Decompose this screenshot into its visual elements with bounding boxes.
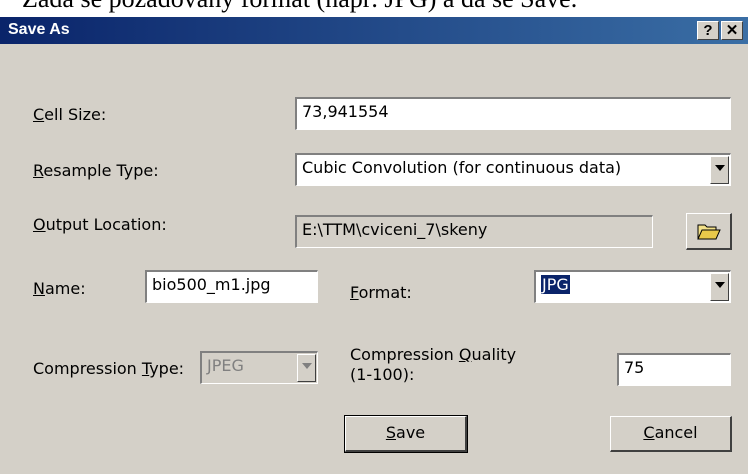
- help-button[interactable]: ?: [697, 21, 719, 40]
- resample-type-label: Resample Type:: [33, 161, 159, 180]
- save-button[interactable]: Save: [344, 415, 468, 453]
- chevron-down-icon: [715, 282, 725, 288]
- browse-folder-button[interactable]: [686, 213, 732, 250]
- save-as-dialog: Save As ? ✕ Cell Size: 73,941554 Resampl…: [0, 17, 748, 474]
- compression-type-dropdown-button: [297, 354, 316, 382]
- compression-quality-input[interactable]: 75: [617, 353, 731, 386]
- compression-quality-label: Compression Quality (1-100):: [350, 345, 517, 384]
- close-button[interactable]: ✕: [721, 21, 743, 40]
- chevron-down-icon: [302, 363, 312, 369]
- compression-type-dropdown: JPEG: [200, 351, 318, 384]
- cell-size-label: Cell Size:: [33, 105, 107, 124]
- output-location-field: E:\TTM\cviceni_7\skeny: [295, 215, 653, 248]
- compression-type-label: Compression Type:: [33, 359, 185, 378]
- resample-type-dropdown-button[interactable]: [710, 156, 729, 184]
- format-label: Format:: [350, 283, 412, 302]
- document-caption-text: Zadá se požadovaný formát (např. JPG) a …: [22, 0, 577, 14]
- name-input[interactable]: bio500_m1.jpg: [145, 270, 318, 303]
- cell-size-input[interactable]: 73,941554: [295, 97, 731, 130]
- name-label: Name:: [33, 279, 86, 298]
- output-location-label: Output Location:: [33, 215, 167, 234]
- open-folder-icon: [697, 224, 721, 240]
- title-bar: Save As ? ✕: [0, 17, 748, 44]
- format-dropdown[interactable]: JPG: [534, 270, 731, 303]
- chevron-down-icon: [715, 165, 725, 171]
- format-dropdown-button[interactable]: [710, 273, 729, 301]
- dialog-title: Save As: [8, 21, 70, 38]
- cancel-button[interactable]: Cancel: [610, 416, 732, 452]
- resample-type-dropdown[interactable]: Cubic Convolution (for continuous data): [295, 153, 731, 186]
